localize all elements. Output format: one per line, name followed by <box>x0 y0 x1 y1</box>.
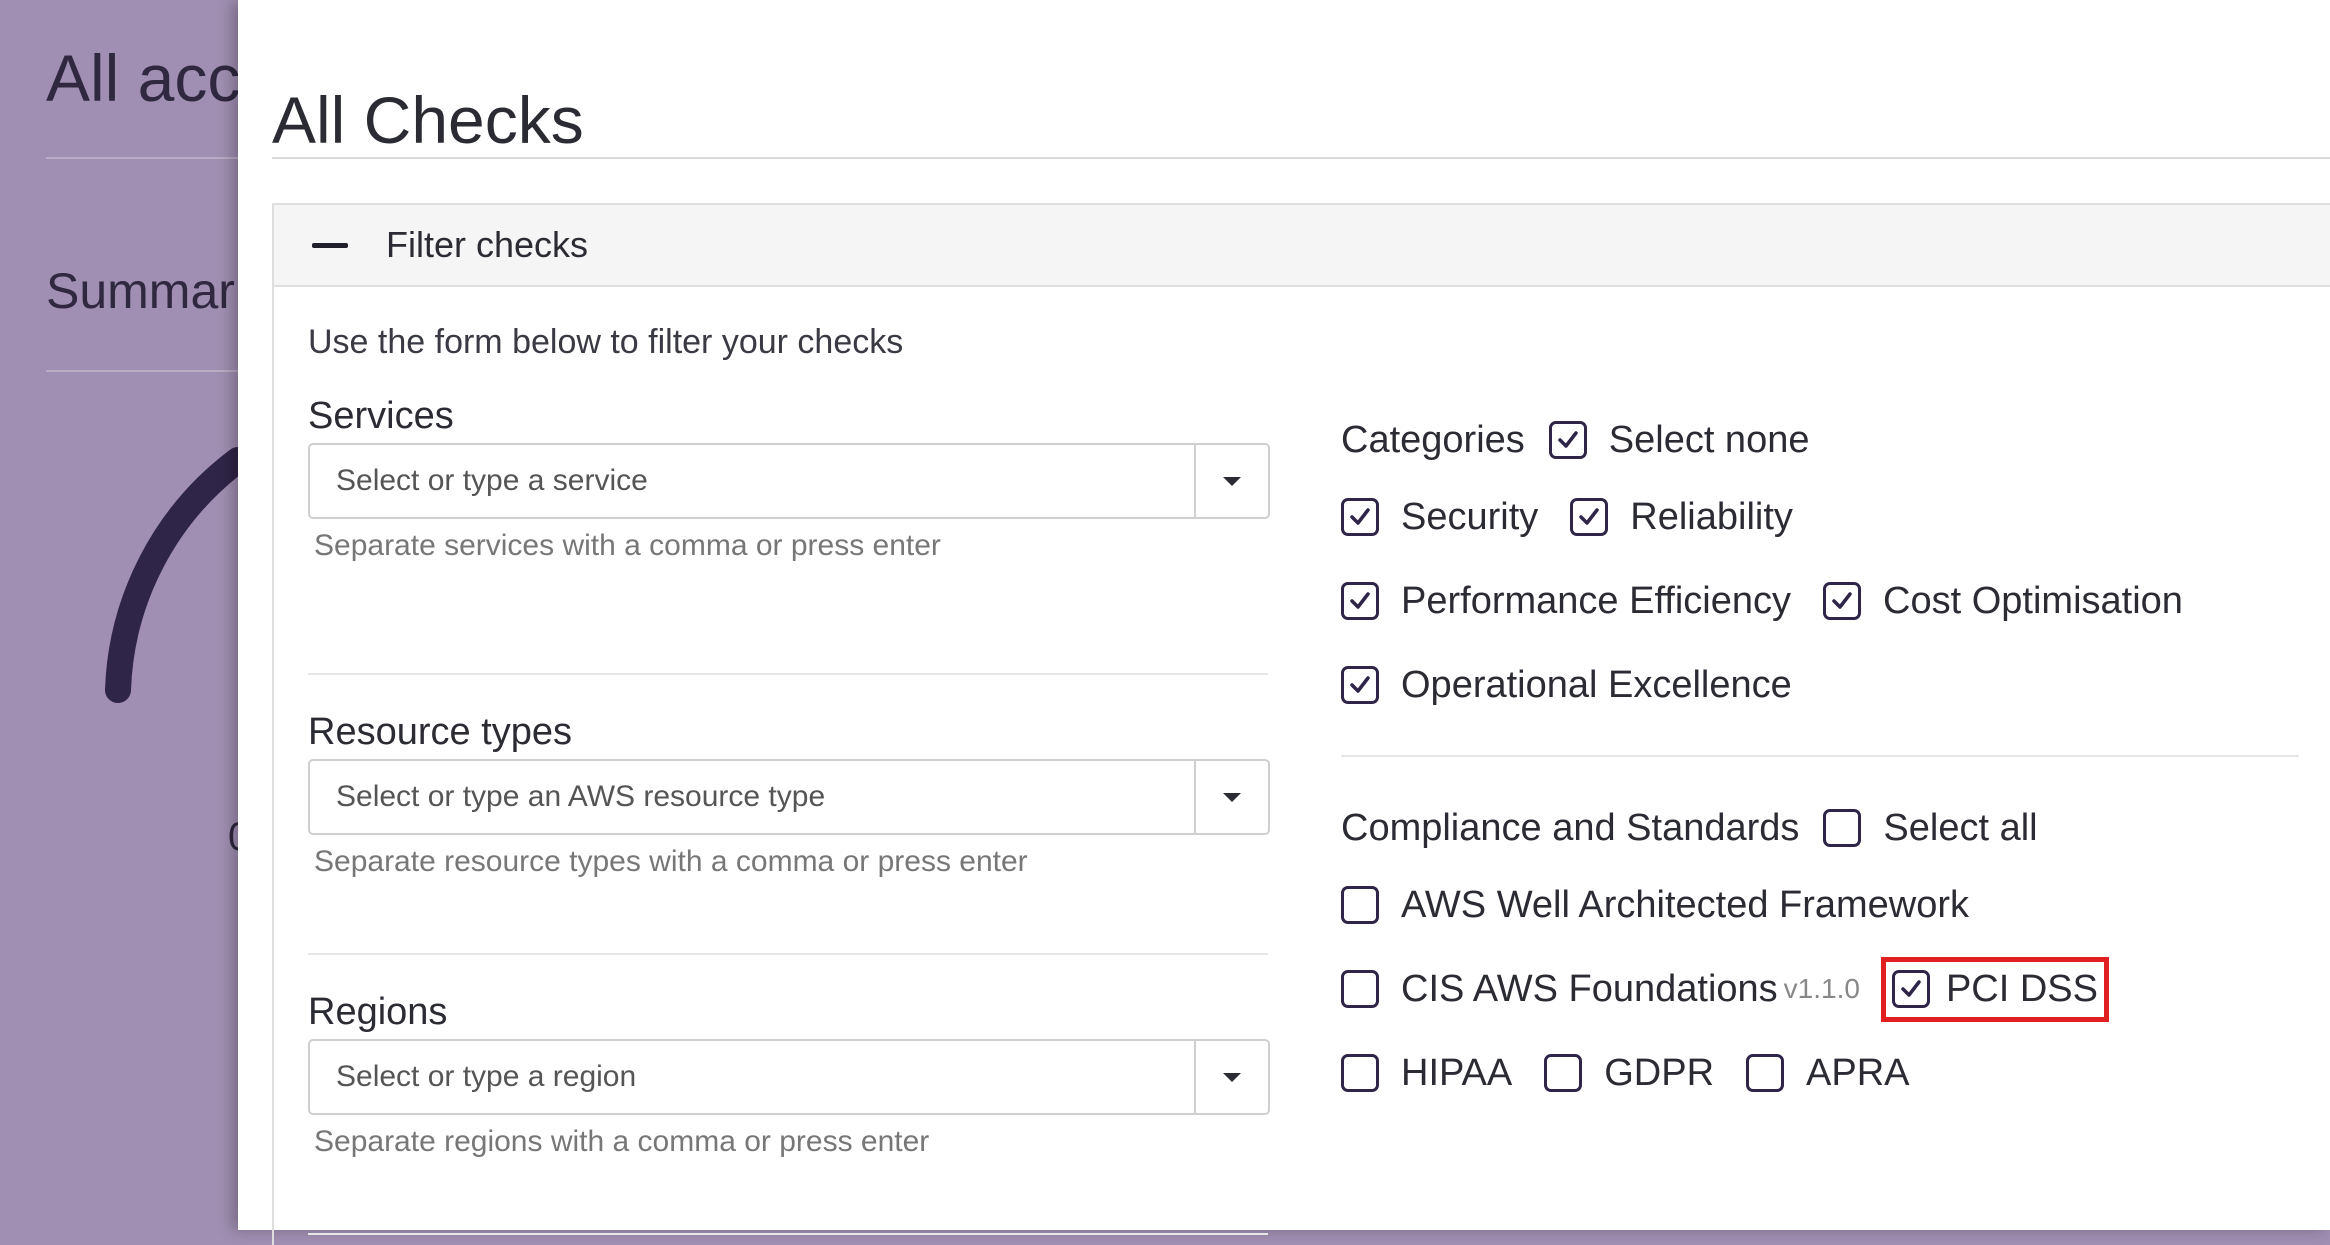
compliance-checkbox-cis-aws-foundations[interactable]: CIS AWS Foundations v1.1.0 <box>1341 968 1860 1011</box>
background-gauge <box>105 447 238 703</box>
checkbox-label: GDPR <box>1604 1051 1715 1094</box>
checkbox-box[interactable] <box>1341 498 1379 536</box>
category-checkbox-performance-efficiency[interactable]: Performance Efficiency <box>1341 580 1791 623</box>
checkbox-box[interactable] <box>1341 970 1379 1008</box>
services-help-text: Separate services with a comma or press … <box>314 529 941 562</box>
checkbox-label: Reliability <box>1630 495 1793 538</box>
category-checkbox-reliability[interactable]: Reliability <box>1570 496 1793 539</box>
checkbox-box[interactable] <box>1341 666 1379 704</box>
all-checks-drawer: All Checks Filter checks Use the form be… <box>238 0 2330 1245</box>
filter-intro-text: Use the form below to filter your checks <box>308 323 904 361</box>
checkbox-label: PCI DSS <box>1945 967 2098 1010</box>
checkbox-label: Security <box>1401 495 1539 538</box>
checkbox-box[interactable] <box>1891 970 1930 1008</box>
category-checkbox-cost-optimisation[interactable]: Cost Optimisation <box>1823 580 2183 623</box>
compliance-checkbox-pci-dss[interactable]: PCI DSS <box>1880 956 2110 1022</box>
background-page-title: All acc <box>46 41 238 115</box>
checkbox-label: Operational Excellence <box>1401 663 1792 706</box>
compliance-select-all-checkbox[interactable]: Select all <box>1823 806 2038 850</box>
services-dropdown-button[interactable] <box>1194 445 1268 517</box>
categories-group: Categories Select none Security Reliabil… <box>1341 405 2301 727</box>
background-summary-heading: Summar <box>46 263 235 319</box>
checkmark-icon <box>1558 431 1578 448</box>
services-select[interactable]: Select or type a service <box>308 443 1270 519</box>
checkmark-icon <box>1579 508 1600 525</box>
background-divider <box>46 157 238 159</box>
checkbox-label: Select none <box>1608 418 1810 461</box>
checkbox-box[interactable] <box>1341 582 1379 620</box>
resource-types-help-text: Separate resource types with a comma or … <box>314 845 1028 878</box>
checkbox-box[interactable] <box>1746 1054 1785 1092</box>
resource-types-field: Resource types Select or type an AWS res… <box>308 675 1270 955</box>
services-input[interactable]: Select or type a service <box>310 445 1194 517</box>
filter-panel-header[interactable]: Filter checks <box>274 205 2330 287</box>
categories-title: Categories <box>1341 418 1525 461</box>
filter-panel: Filter checks Use the form below to filt… <box>272 203 2330 1245</box>
regions-dropdown-button[interactable] <box>1194 1041 1268 1113</box>
services-label: Services <box>308 395 454 437</box>
checkbox-box[interactable] <box>1548 421 1587 459</box>
regions-input[interactable]: Select or type a region <box>310 1041 1194 1113</box>
compliance-checkbox-aws-well-architected[interactable]: AWS Well Architected Framework <box>1341 884 1969 927</box>
compliance-checkbox-gdpr[interactable]: GDPR <box>1544 1052 1714 1095</box>
regions-label: Regions <box>308 991 448 1033</box>
resource-types-input[interactable]: Select or type an AWS resource type <box>310 761 1194 833</box>
version-tag: v1.1.0 <box>1783 973 1860 1004</box>
background-page: All acc Summar 0 <box>0 0 238 1230</box>
checkbox-label: HIPAA <box>1401 1051 1513 1094</box>
checkbox-label: Select all <box>1883 806 2038 849</box>
chevron-down-icon <box>1223 476 1241 486</box>
checkmark-icon <box>1901 980 1921 997</box>
filter-checkbox-groups: Categories Select none Security Reliabil… <box>1341 405 2301 1115</box>
regions-help-text: Separate regions with a comma or press e… <box>314 1125 930 1158</box>
compliance-title: Compliance and Standards <box>1341 806 1800 849</box>
filter-panel-title: Filter checks <box>386 224 589 265</box>
categories-select-none-checkbox[interactable]: Select none <box>1548 418 1810 462</box>
checkbox-label: CIS AWS Foundations <box>1401 967 1778 1010</box>
group-divider <box>1341 755 2299 757</box>
checkmark-icon <box>1350 592 1370 609</box>
background-divider <box>46 370 238 372</box>
checkbox-box[interactable] <box>1570 498 1609 536</box>
compliance-checkbox-apra[interactable]: APRA <box>1746 1051 1910 1095</box>
category-checkbox-operational-excellence[interactable]: Operational Excellence <box>1341 664 1792 707</box>
filter-fields: Services Select or type a service Separa… <box>308 395 1270 1235</box>
checkbox-label: APRA <box>1806 1051 1910 1094</box>
title-divider <box>272 157 2330 159</box>
collapse-minus-icon[interactable] <box>312 242 348 248</box>
chevron-down-icon <box>1223 792 1241 802</box>
resource-types-dropdown-button[interactable] <box>1194 761 1268 833</box>
checkbox-label: AWS Well Architected Framework <box>1401 883 1970 926</box>
checkbox-box[interactable] <box>1544 1054 1583 1092</box>
compliance-checkbox-hipaa[interactable]: HIPAA <box>1341 1052 1512 1095</box>
checkbox-box[interactable] <box>1341 1054 1379 1092</box>
checkmark-icon <box>1350 676 1370 693</box>
checkbox-box[interactable] <box>1823 809 1862 847</box>
category-checkbox-security[interactable]: Security <box>1341 496 1538 539</box>
drawer-title: All Checks <box>272 83 584 158</box>
checkmark-icon <box>1832 592 1852 609</box>
checkbox-box[interactable] <box>1341 886 1379 924</box>
compliance-group: Compliance and Standards Select all AWS … <box>1341 793 2301 1115</box>
chevron-down-icon <box>1223 1072 1241 1082</box>
checkbox-box[interactable] <box>1823 582 1862 620</box>
resource-types-select[interactable]: Select or type an AWS resource type <box>308 759 1270 835</box>
background-gauge-value: 0 <box>228 815 238 860</box>
regions-select[interactable]: Select or type a region <box>308 1039 1270 1115</box>
checkbox-label: Cost Optimisation <box>1883 579 2183 622</box>
checkbox-label: Performance Efficiency <box>1401 579 1792 622</box>
services-field: Services Select or type a service Separa… <box>308 395 1270 675</box>
checkmark-icon <box>1350 508 1370 525</box>
resource-types-label: Resource types <box>308 711 573 753</box>
regions-field: Regions Select or type a region Separate… <box>308 955 1270 1235</box>
